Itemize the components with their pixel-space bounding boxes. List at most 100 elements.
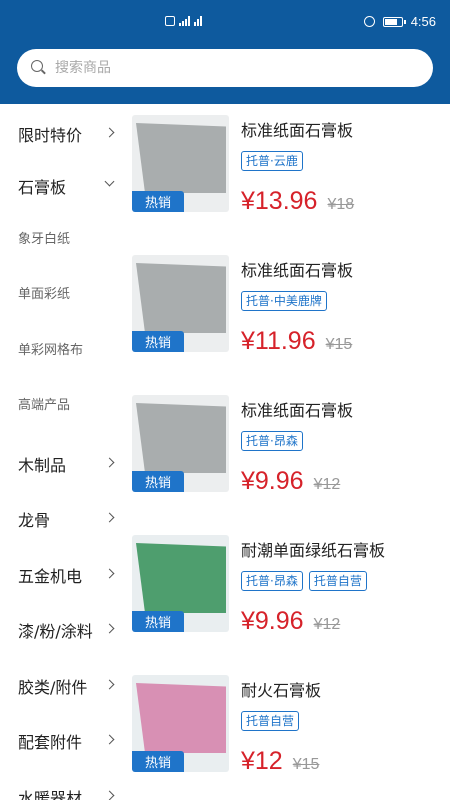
sidebar-item-label: 胶类/附件 [18,678,88,697]
sidebar-item-label: 象牙白纸 [18,231,71,247]
sidebar-subcategory[interactable]: 单彩网格布 [0,333,126,363]
product-tags: 托普·昂森 [241,431,303,451]
sidebar-category[interactable]: 石膏板 [0,166,126,206]
board-shape [136,543,226,613]
original-price: ¥12 [313,616,341,633]
sidebar-subcategory[interactable]: 单面彩纸 [0,277,126,307]
app-header: 4:56 [0,0,450,104]
sidebar-category[interactable]: 配套附件 [0,721,126,761]
hot-badge: 热销 [132,751,184,772]
brand-tag: 托普·昂森 [241,431,303,451]
sidebar-item-label: 漆/粉/涂料 [18,622,93,641]
board-shape [136,683,226,753]
brand-tag: 托普自营 [241,711,300,731]
original-price: ¥15 [325,336,353,353]
product-card[interactable]: 热销 标准纸面石膏板 托普·云鹿 ¥13.96 ¥18 [132,115,450,215]
brand-tag: 托普·中美鹿牌 [241,291,327,311]
sidebar-item-label: 五金机电 [18,567,83,586]
status-time: 4:56 [410,14,436,29]
brand-tag: 托普·云鹿 [241,151,303,171]
category-sidebar: 限时特价石膏板象牙白纸单面彩纸单彩网格布高端产品木制品龙骨五金机电漆/粉/涂料胶… [0,104,126,800]
hot-badge: 热销 [132,611,184,632]
sale-price: ¥9.96 [241,607,304,635]
sidebar-item-label: 单彩网格布 [18,342,84,358]
hot-badge: 热销 [132,191,184,212]
signal-icon [179,16,190,26]
hd-icon [165,16,175,26]
wifi-icon [194,16,202,26]
product-card[interactable]: 热销 标准纸面石膏板 托普·昂森 ¥9.96 ¥12 [132,395,450,495]
sidebar-category[interactable]: 水暖器材 [0,777,126,800]
hot-badge: 热销 [132,471,184,492]
product-tags: 托普·云鹿 [241,151,303,171]
product-name: 耐潮单面绿纸石膏板 [241,541,386,560]
board-shape [136,263,226,333]
product-name: 标准纸面石膏板 [241,121,354,140]
network-indicators [165,16,202,26]
product-image: 热销 [132,395,229,492]
product-tags: 托普·中美鹿牌 [241,291,327,311]
price-row: ¥13.96 ¥18 [241,187,354,216]
product-card[interactable]: 热销 标准纸面石膏板 托普·中美鹿牌 ¥11.96 ¥15 [132,255,450,355]
sidebar-category[interactable]: 限时特价 [0,114,126,154]
product-card[interactable]: 热销 耐火石膏板托普自营 ¥12 ¥15 [132,675,450,775]
sidebar-category[interactable]: 木制品 [0,444,126,484]
chevron-right-icon [104,457,115,468]
sale-price: ¥12 [241,747,283,775]
price-row: ¥9.96 ¥12 [241,467,340,496]
chevron-right-icon [104,512,115,523]
product-card[interactable]: 热销 耐潮单面绿纸石膏板 托普·昂森 托普自营 ¥9.96 ¥12 [132,535,450,635]
sidebar-item-label: 龙骨 [18,511,51,530]
product-image: 热销 [132,115,229,212]
sidebar-item-label: 高端产品 [18,397,71,413]
chevron-down-icon [104,176,115,187]
sidebar-item-label: 限时特价 [18,126,83,145]
sidebar-item-label: 配套附件 [18,733,83,752]
battery-level [384,18,398,25]
sale-price: ¥13.96 [241,187,318,215]
search-bar[interactable] [17,49,433,87]
status-right: 4:56 [363,14,436,29]
chevron-right-icon [104,127,115,138]
price-row: ¥12 ¥15 [241,747,319,776]
original-price: ¥12 [313,476,341,493]
brand-tag: 托普·昂森 [241,571,303,591]
sidebar-category[interactable]: 龙骨 [0,499,126,539]
sidebar-item-label: 单面彩纸 [18,286,71,302]
product-tags: 托普·昂森 托普自营 [241,571,367,591]
chevron-right-icon [104,679,115,690]
board-shape [136,123,226,193]
sale-price: ¥9.96 [241,467,304,495]
price-row: ¥9.96 ¥12 [241,607,340,636]
product-name: 标准纸面石膏板 [241,261,354,280]
hot-badge: 热销 [132,331,184,352]
status-bar: 4:56 [0,0,450,40]
brand-tag: 托普自营 [308,571,367,591]
chevron-right-icon [104,734,115,745]
chevron-right-icon [104,568,115,579]
chevron-right-icon [104,790,115,800]
original-price: ¥15 [292,756,320,773]
sidebar-category[interactable]: 五金机电 [0,555,126,595]
alarm-icon [363,16,375,27]
sidebar-item-label: 石膏板 [18,178,67,197]
product-image: 热销 [132,675,229,772]
original-price: ¥18 [327,196,355,213]
sidebar-category[interactable]: 漆/粉/涂料 [0,610,126,650]
search-input[interactable] [55,60,395,76]
product-name: 标准纸面石膏板 [241,401,354,420]
search-icon [31,60,47,76]
product-image: 热销 [132,255,229,352]
price-row: ¥11.96 ¥15 [241,327,352,356]
sale-price: ¥11.96 [241,327,316,355]
sidebar-item-label: 木制品 [18,456,67,475]
product-name: 耐火石膏板 [241,681,322,700]
sidebar-item-label: 水暖器材 [18,789,83,800]
board-shape [136,403,226,473]
product-tags: 托普自营 [241,711,300,731]
battery-icon [382,16,406,27]
product-image: 热销 [132,535,229,632]
sidebar-subcategory[interactable]: 象牙白纸 [0,222,126,252]
sidebar-category[interactable]: 胶类/附件 [0,666,126,706]
sidebar-subcategory[interactable]: 高端产品 [0,388,126,418]
